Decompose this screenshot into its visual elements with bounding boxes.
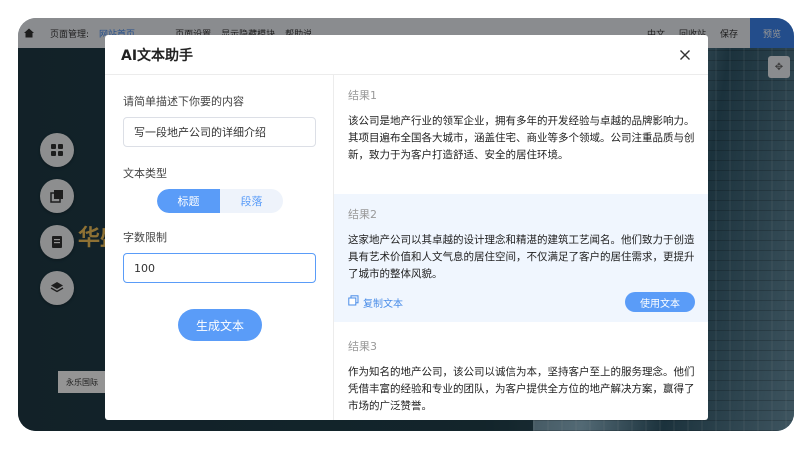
result-item: 结果3 作为知名的地产公司，该公司以诚信为本，坚持客户至上的服务理念。他们凭借丰… — [334, 322, 708, 420]
result-text: 这家地产公司以其卓越的设计理念和精湛的建筑工艺闻名。他们致力于创造具有艺术价值和… — [348, 234, 695, 280]
use-text-button[interactable]: 使用文本 — [625, 292, 695, 312]
result-title: 结果1 — [348, 89, 377, 102]
result-item-active[interactable]: 结果2 这家地产公司以其卓越的设计理念和精湛的建筑工艺闻名。他们致力于创造具有艺… — [334, 194, 708, 322]
result-text: 该公司是地产行业的领军企业，拥有多年的开发经验与卓越的品牌影响力。其项目遍布全国… — [348, 115, 695, 161]
results-panel: 结果1 该公司是地产行业的领军企业，拥有多年的开发经验与卓越的品牌影响力。其项目… — [334, 75, 708, 420]
limit-label: 字数限制 — [123, 231, 167, 244]
copy-icon — [348, 295, 359, 309]
dialog-title: AI文本助手 — [121, 47, 194, 64]
result-text: 作为知名的地产公司，该公司以诚信为本，坚持客户至上的服务理念。他们凭借丰富的经验… — [348, 366, 695, 412]
type-label: 文本类型 — [123, 167, 167, 180]
result-title: 结果2 — [348, 208, 377, 221]
result-item: 结果1 该公司是地产行业的领军企业，拥有多年的开发经验与卓越的品牌影响力。其项目… — [334, 75, 708, 194]
type-option-paragraph[interactable]: 段落 — [220, 189, 283, 213]
type-option-title[interactable]: 标题 — [157, 189, 220, 213]
prompt-label: 请简单描述下你要的内容 — [123, 95, 244, 108]
close-icon[interactable] — [674, 44, 696, 66]
result-title: 结果3 — [348, 340, 377, 353]
prompt-input[interactable]: 写一段地产公司的详细介绍 — [123, 117, 316, 147]
dialog-header: AI文本助手 — [105, 35, 708, 75]
copy-text-button[interactable]: 复制文本 — [348, 295, 403, 310]
result-actions: 复制文本 使用文本 — [348, 292, 695, 312]
word-limit-input[interactable]: 100 — [123, 253, 316, 283]
prompt-panel: 请简单描述下你要的内容 写一段地产公司的详细介绍 文本类型 标题 段落 字数限制… — [105, 75, 334, 420]
text-type-toggle: 标题 段落 — [157, 189, 283, 213]
ai-text-assistant-dialog: AI文本助手 请简单描述下你要的内容 写一段地产公司的详细介绍 文本类型 标题 … — [105, 35, 708, 420]
copy-text-label: 复制文本 — [363, 298, 403, 310]
generate-text-button[interactable]: 生成文本 — [178, 309, 262, 341]
